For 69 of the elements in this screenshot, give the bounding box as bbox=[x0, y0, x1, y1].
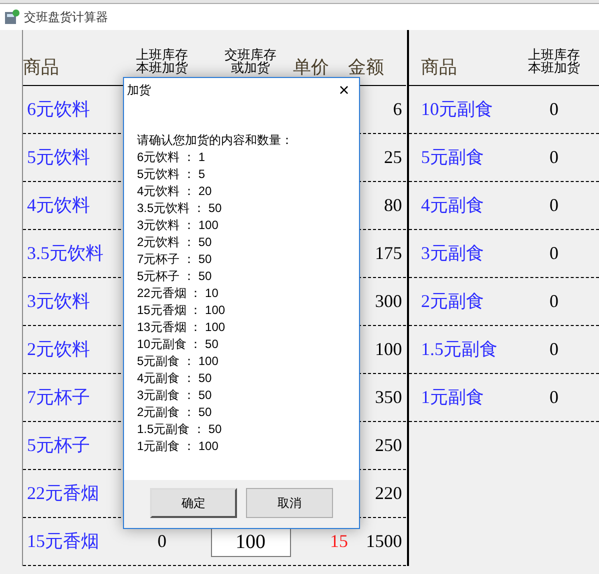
stock-value: 0 bbox=[550, 98, 558, 121]
column-header: 商品 bbox=[23, 56, 59, 79]
column-header: 上班库存 本班加货 bbox=[136, 48, 188, 74]
stock-value: 0 bbox=[550, 386, 558, 409]
product-name: 3元饮料 bbox=[27, 290, 90, 313]
window-title: 交班盘货计算器 bbox=[24, 9, 108, 26]
dialog-message: 请确认您加货的内容和数量： bbox=[137, 132, 294, 149]
item-line: 5元杯子 ： 50 bbox=[137, 268, 213, 285]
amount-value: 1500 bbox=[366, 530, 402, 553]
product-name: 4元副食 bbox=[421, 194, 484, 217]
amount-value: 220 bbox=[375, 482, 402, 505]
product-name: 7元杯子 bbox=[27, 386, 90, 409]
item-line: 3元饮料 ： 100 bbox=[137, 217, 220, 234]
calculator-icon bbox=[4, 9, 20, 25]
product-name: 5元杯子 bbox=[27, 434, 90, 457]
item-line: 4元副食 ： 50 bbox=[137, 370, 213, 387]
product-name: 6元饮料 bbox=[27, 98, 90, 121]
item-line: 1元副食 ： 100 bbox=[137, 438, 220, 455]
close-button[interactable]: × bbox=[329, 78, 359, 102]
product-name: 5元副食 bbox=[421, 146, 484, 169]
column-header: 商品 bbox=[421, 56, 457, 79]
item-line: 22元香烟 ： 10 bbox=[137, 285, 220, 302]
item-line: 2元饮料 ： 50 bbox=[137, 234, 213, 251]
item-line: 5元饮料 ： 5 bbox=[137, 166, 206, 183]
quantity-field[interactable]: 100 bbox=[210, 526, 290, 556]
stock-value: 0 bbox=[550, 290, 558, 313]
item-line: 13元香烟 ： 100 bbox=[137, 319, 226, 336]
column-header: 金额 bbox=[348, 56, 384, 79]
item-line: 6元饮料 ： 1 bbox=[137, 149, 206, 166]
item-line: 5元副食 ： 100 bbox=[137, 353, 220, 370]
item-line: 7元杯子 ： 50 bbox=[137, 251, 213, 268]
item-line: 4元饮料 ： 20 bbox=[137, 183, 213, 200]
dialog-title: 加货 bbox=[127, 82, 151, 99]
item-line: 1.5元副食 ： 50 bbox=[137, 421, 223, 438]
stock-value: 0 bbox=[550, 146, 558, 169]
product-name: 1元副食 bbox=[421, 386, 484, 409]
product-name: 22元香烟 bbox=[27, 482, 99, 505]
amount-value: 80 bbox=[384, 194, 402, 217]
product-name: 4元饮料 bbox=[27, 194, 90, 217]
amount-value: 6 bbox=[393, 98, 402, 121]
product-name: 3元副食 bbox=[421, 242, 484, 265]
item-line: 3.5元饮料 ： 50 bbox=[137, 200, 223, 217]
item-line: 3元副食 ： 50 bbox=[137, 387, 213, 404]
column-header: 交班库存 或加货 bbox=[224, 48, 276, 74]
amount-value: 100 bbox=[375, 338, 402, 361]
column-header: 单价 bbox=[293, 56, 329, 79]
stock-value: 0 bbox=[550, 338, 558, 361]
product-name: 1.5元副食 bbox=[421, 338, 498, 361]
column-header: 上班库存 本班加货 bbox=[528, 48, 580, 74]
product-name: 2元副食 bbox=[421, 290, 484, 313]
dialog-button[interactable]: 取消 bbox=[246, 488, 333, 518]
item-line: 15元香烟 ： 100 bbox=[137, 302, 226, 319]
unit-price: 15 bbox=[330, 530, 348, 553]
amount-value: 25 bbox=[384, 146, 402, 169]
stock-value: 0 bbox=[550, 242, 558, 265]
dialog-button[interactable]: 确定 bbox=[150, 488, 237, 518]
product-name: 2元饮料 bbox=[27, 338, 90, 361]
item-line: 10元副食 ： 50 bbox=[137, 336, 220, 353]
stock-value: 0 bbox=[158, 530, 166, 553]
amount-value: 300 bbox=[375, 290, 402, 313]
product-name: 5元饮料 bbox=[27, 146, 90, 169]
product-name: 3.5元饮料 bbox=[27, 242, 104, 265]
stock-value: 0 bbox=[550, 194, 558, 217]
item-line: 2元副食 ： 50 bbox=[137, 404, 213, 421]
amount-value: 250 bbox=[375, 434, 402, 457]
amount-value: 175 bbox=[375, 242, 402, 265]
product-name: 10元副食 bbox=[421, 98, 493, 121]
amount-value: 350 bbox=[375, 386, 402, 409]
product-name: 15元香烟 bbox=[27, 530, 99, 553]
